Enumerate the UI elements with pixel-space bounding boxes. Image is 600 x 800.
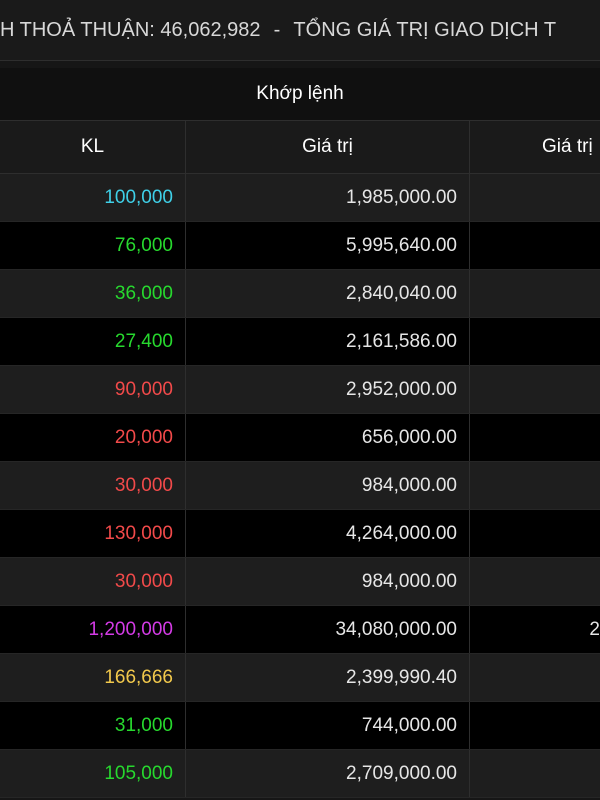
value-cell: 4,264,000.00 — [186, 510, 470, 557]
total-trade-value-label: TỔNG GIÁ TRỊ GIAO DỊCH T — [293, 19, 557, 41]
volume-cell: 31,000 — [0, 702, 186, 749]
column-header-volume[interactable]: KL — [0, 121, 186, 173]
table-row[interactable]: 130,000 4,264,000.00 — [0, 510, 600, 558]
value-cell: 984,000.00 — [186, 558, 470, 605]
table-body: 100,000 1,985,000.00 76,000 5,995,640.00 36,… — [0, 174, 600, 798]
value-cell: 2,161,586.00 — [186, 318, 470, 365]
volume-cell: 1,200,000 — [0, 606, 186, 653]
group-header-label: Khớp lệnh — [256, 83, 344, 104]
volume-cell: 130,000 — [0, 510, 186, 557]
volume-cell: 100,000 — [0, 174, 186, 221]
value-cell: 656,000.00 — [186, 414, 470, 461]
value-2-cell: 2 — [589, 618, 600, 640]
column-header-row: KL Giá trị Giá trị — [0, 121, 600, 174]
table-row[interactable]: 100,000 1,985,000.00 — [0, 174, 600, 222]
table-row[interactable]: 31,000 744,000.00 — [0, 702, 600, 750]
value-cell: 744,000.00 — [186, 702, 470, 749]
trading-summary-page: H THOẢ THUẬN: 46,062,982 - TỔNG GIÁ TRỊ … — [0, 0, 600, 800]
volume-cell: 76,000 — [0, 222, 186, 269]
table-row[interactable]: 90,000 2,952,000.00 — [0, 366, 600, 414]
volume-cell: 90,000 — [0, 366, 186, 413]
column-header-value-2[interactable]: Giá trị — [470, 121, 600, 173]
value-cell: 2,709,000.00 — [186, 750, 470, 797]
value-cell: 2,952,000.00 — [186, 366, 470, 413]
summary-separator: - — [273, 19, 281, 41]
table-row[interactable]: 166,666 2,399,990.40 — [0, 654, 600, 702]
table-row[interactable]: 30,000 984,000.00 — [0, 462, 600, 510]
group-header-matched-orders: Khớp lệnh — [0, 68, 600, 121]
matched-orders-table: Khớp lệnh KL Giá trị Giá trị 100,000 1,98… — [0, 68, 600, 798]
table-row[interactable]: 20,000 656,000.00 — [0, 414, 600, 462]
value-2-cell — [470, 318, 600, 365]
value-2-cell — [470, 750, 600, 797]
table-row[interactable]: 27,400 2,161,586.00 — [0, 318, 600, 366]
table-row[interactable]: 36,000 2,840,040.00 — [0, 270, 600, 318]
value-2-cell — [470, 654, 600, 701]
volume-cell: 36,000 — [0, 270, 186, 317]
value-2-cell — [470, 462, 600, 509]
volume-cell: 27,400 — [0, 318, 186, 365]
value-cell: 984,000.00 — [186, 462, 470, 509]
volume-cell: 30,000 — [0, 462, 186, 509]
value-2-cell — [470, 366, 600, 413]
volume-cell: 30,000 — [0, 558, 186, 605]
table-row[interactable]: 105,000 2,709,000.00 — [0, 750, 600, 798]
value-2-cell — [470, 414, 600, 461]
value-cell: 1,985,000.00 — [186, 174, 470, 221]
column-header-value[interactable]: Giá trị — [186, 121, 470, 173]
table-row[interactable]: 76,000 5,995,640.00 — [0, 222, 600, 270]
volume-cell: 166,666 — [0, 654, 186, 701]
value-cell: 2,840,040.00 — [186, 270, 470, 317]
table-row[interactable]: 30,000 984,000.00 — [0, 558, 600, 606]
value-2-cell — [470, 702, 600, 749]
value-2-cell — [470, 174, 600, 221]
volume-cell: 20,000 — [0, 414, 186, 461]
value-2-cell — [470, 222, 600, 269]
volume-cell: 105,000 — [0, 750, 186, 797]
table-row[interactable]: 1,200,000 34,080,000.00 2 — [0, 606, 600, 654]
value-2-cell — [470, 558, 600, 605]
negotiated-total-label: H THOẢ THUẬN: 46,062,982 — [0, 19, 261, 41]
value-cell: 34,080,000.00 — [186, 606, 470, 653]
value-cell: 2,399,990.40 — [186, 654, 470, 701]
value-cell: 5,995,640.00 — [186, 222, 470, 269]
summary-bar: H THOẢ THUẬN: 46,062,982 - TỔNG GIÁ TRỊ … — [0, 0, 600, 61]
value-2-cell — [470, 270, 600, 317]
value-2-cell — [470, 510, 600, 557]
